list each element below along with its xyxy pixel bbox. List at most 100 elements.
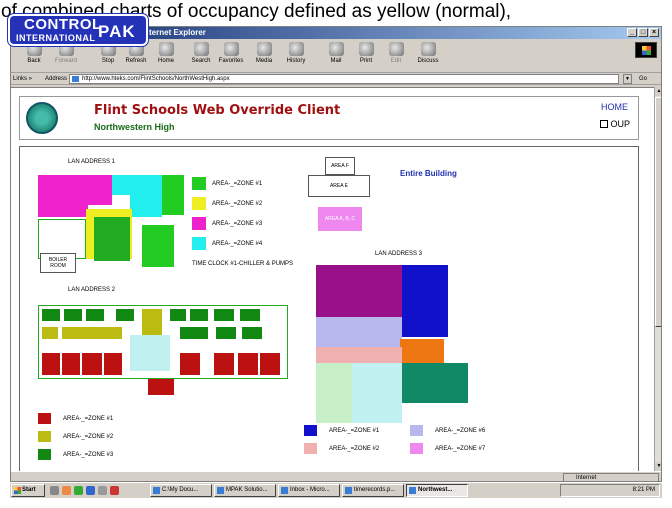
zone-area[interactable] xyxy=(190,309,208,321)
logo-line3: PAK xyxy=(98,22,136,41)
zone-area[interactable] xyxy=(142,309,162,335)
close-button[interactable]: × xyxy=(649,28,659,37)
school-name: Northwestern High xyxy=(94,122,175,132)
time-clock-label: TIME CLOCK #1-CHILLER & PUMPS xyxy=(192,261,294,267)
minimize-button[interactable]: _ xyxy=(627,28,637,37)
taskbar-item[interactable]: MPAK Solutio... xyxy=(214,484,276,497)
history-icon xyxy=(288,42,304,56)
legend1-item: AREA-_=ZONE #3 xyxy=(192,217,262,230)
taskbar-item[interactable]: timerecords.p... xyxy=(342,484,404,497)
page-content: Flint Schools Web Override Client Northw… xyxy=(11,87,654,471)
media-button[interactable]: Media xyxy=(249,42,279,64)
home-link[interactable]: HOME xyxy=(601,102,628,112)
zone-area[interactable] xyxy=(38,175,88,217)
logo-line1: CONTROL xyxy=(24,16,102,33)
zone-area[interactable] xyxy=(316,363,352,423)
zone-area[interactable] xyxy=(112,175,162,195)
logo-line2: INTERNATIONAL xyxy=(16,33,96,43)
zone-area[interactable] xyxy=(216,327,236,339)
zone-area[interactable] xyxy=(238,353,258,375)
quicklaunch-icon[interactable] xyxy=(86,486,95,495)
zone-area[interactable] xyxy=(42,327,58,339)
zone-area[interactable] xyxy=(142,225,174,267)
media-icon xyxy=(256,42,272,56)
discuss-icon xyxy=(420,42,436,56)
zone-area[interactable] xyxy=(214,353,234,375)
history-button[interactable]: History xyxy=(281,42,311,64)
scroll-up-icon[interactable]: ▲ xyxy=(655,87,661,96)
mail-button[interactable]: Mail xyxy=(321,42,351,64)
lan1-label: LAN ADDRESS 1 xyxy=(68,159,116,165)
favorites-button[interactable]: Favorites xyxy=(216,42,246,64)
zone-area[interactable] xyxy=(64,309,82,321)
zone-area[interactable] xyxy=(62,353,80,375)
area-abc[interactable]: AREA A, B, C xyxy=(318,207,362,231)
zone-area[interactable] xyxy=(316,317,402,347)
area-e[interactable]: AREA E xyxy=(308,175,370,197)
quicklaunch-icon[interactable] xyxy=(62,486,71,495)
zone-area[interactable] xyxy=(104,353,122,375)
zone-area[interactable] xyxy=(180,327,208,339)
status-bar: Internet xyxy=(11,471,661,481)
zone-area[interactable] xyxy=(82,353,102,375)
maximize-button[interactable]: □ xyxy=(638,28,648,37)
go-button[interactable]: Go xyxy=(639,73,647,85)
zone-area[interactable] xyxy=(62,327,122,339)
search-button[interactable]: Search xyxy=(186,42,216,64)
zone-area[interactable] xyxy=(402,363,468,403)
zone-area[interactable] xyxy=(86,309,104,321)
entire-building-link[interactable]: Entire Building xyxy=(400,169,457,178)
start-button[interactable]: Start xyxy=(11,484,45,497)
mail-icon xyxy=(328,42,344,56)
zone-area[interactable] xyxy=(42,309,60,321)
address-label: Address xyxy=(45,76,68,82)
quicklaunch-icon[interactable] xyxy=(98,486,107,495)
quicklaunch-icon[interactable] xyxy=(50,486,59,495)
edit-button[interactable]: Edit xyxy=(381,42,411,64)
print-icon xyxy=(358,42,374,56)
taskbar-item[interactable]: C:\My Docu... xyxy=(150,484,212,497)
url-dropdown-button[interactable]: ▼ xyxy=(623,74,632,84)
area-f[interactable]: AREA F xyxy=(325,157,355,175)
taskbar: Start C:\My Docu... MPAK Solutio... Inbo… xyxy=(10,482,662,498)
zone-area[interactable] xyxy=(116,309,134,321)
zone-area[interactable] xyxy=(148,379,174,395)
scroll-thumb[interactable] xyxy=(655,97,661,327)
quicklaunch-icon[interactable] xyxy=(110,486,119,495)
controlpak-logo: CONTROL INTERNATIONAL PAK xyxy=(8,14,148,46)
legend2-item: AREA-_=ZONE #2 xyxy=(38,431,113,442)
zone-area[interactable] xyxy=(400,339,444,363)
zone-area[interactable] xyxy=(214,309,234,321)
url-input[interactable]: http://www.hteks.com/FlintSchools/NorthW… xyxy=(69,74,619,84)
legend1-item: AREA-_=ZONE #4 xyxy=(192,237,262,250)
zone-area[interactable] xyxy=(162,175,184,215)
quicklaunch-icon[interactable] xyxy=(74,486,83,495)
zone-area[interactable] xyxy=(42,353,60,375)
zone-area[interactable] xyxy=(88,175,112,205)
zone-area[interactable] xyxy=(260,353,280,375)
discuss-button[interactable]: Discuss xyxy=(413,42,443,64)
address-bar: Links » Address http://www.hteks.com/Fli… xyxy=(11,73,661,85)
oup-checkbox[interactable]: OUP xyxy=(600,119,630,129)
legend1-item: AREA-_=ZONE #2 xyxy=(192,197,262,210)
zone-area[interactable] xyxy=(352,363,402,423)
lan3-label: LAN ADDRESS 3 xyxy=(375,251,423,257)
zone-area[interactable] xyxy=(242,327,262,339)
zone-area[interactable] xyxy=(316,265,402,317)
home-button[interactable]: Home xyxy=(151,42,181,64)
zone-area[interactable] xyxy=(130,335,170,371)
vertical-scrollbar[interactable]: ▲ ▼ xyxy=(654,87,661,471)
zone-area[interactable] xyxy=(316,347,402,363)
scroll-down-icon[interactable]: ▼ xyxy=(655,462,661,471)
zone-area[interactable] xyxy=(240,309,260,321)
taskbar-item-active[interactable]: Northwest... xyxy=(406,484,468,497)
taskbar-item[interactable]: Inbox - Micro... xyxy=(278,484,340,497)
zone-area[interactable] xyxy=(180,353,200,375)
links-label[interactable]: Links » xyxy=(13,73,32,85)
zone-area[interactable] xyxy=(94,217,130,261)
print-button[interactable]: Print xyxy=(351,42,381,64)
zone-area[interactable] xyxy=(170,309,186,321)
legend3-item: AREA-_=ZONE #1 xyxy=(304,425,379,436)
zone-area[interactable] xyxy=(402,265,448,337)
zone-area[interactable] xyxy=(130,195,162,217)
